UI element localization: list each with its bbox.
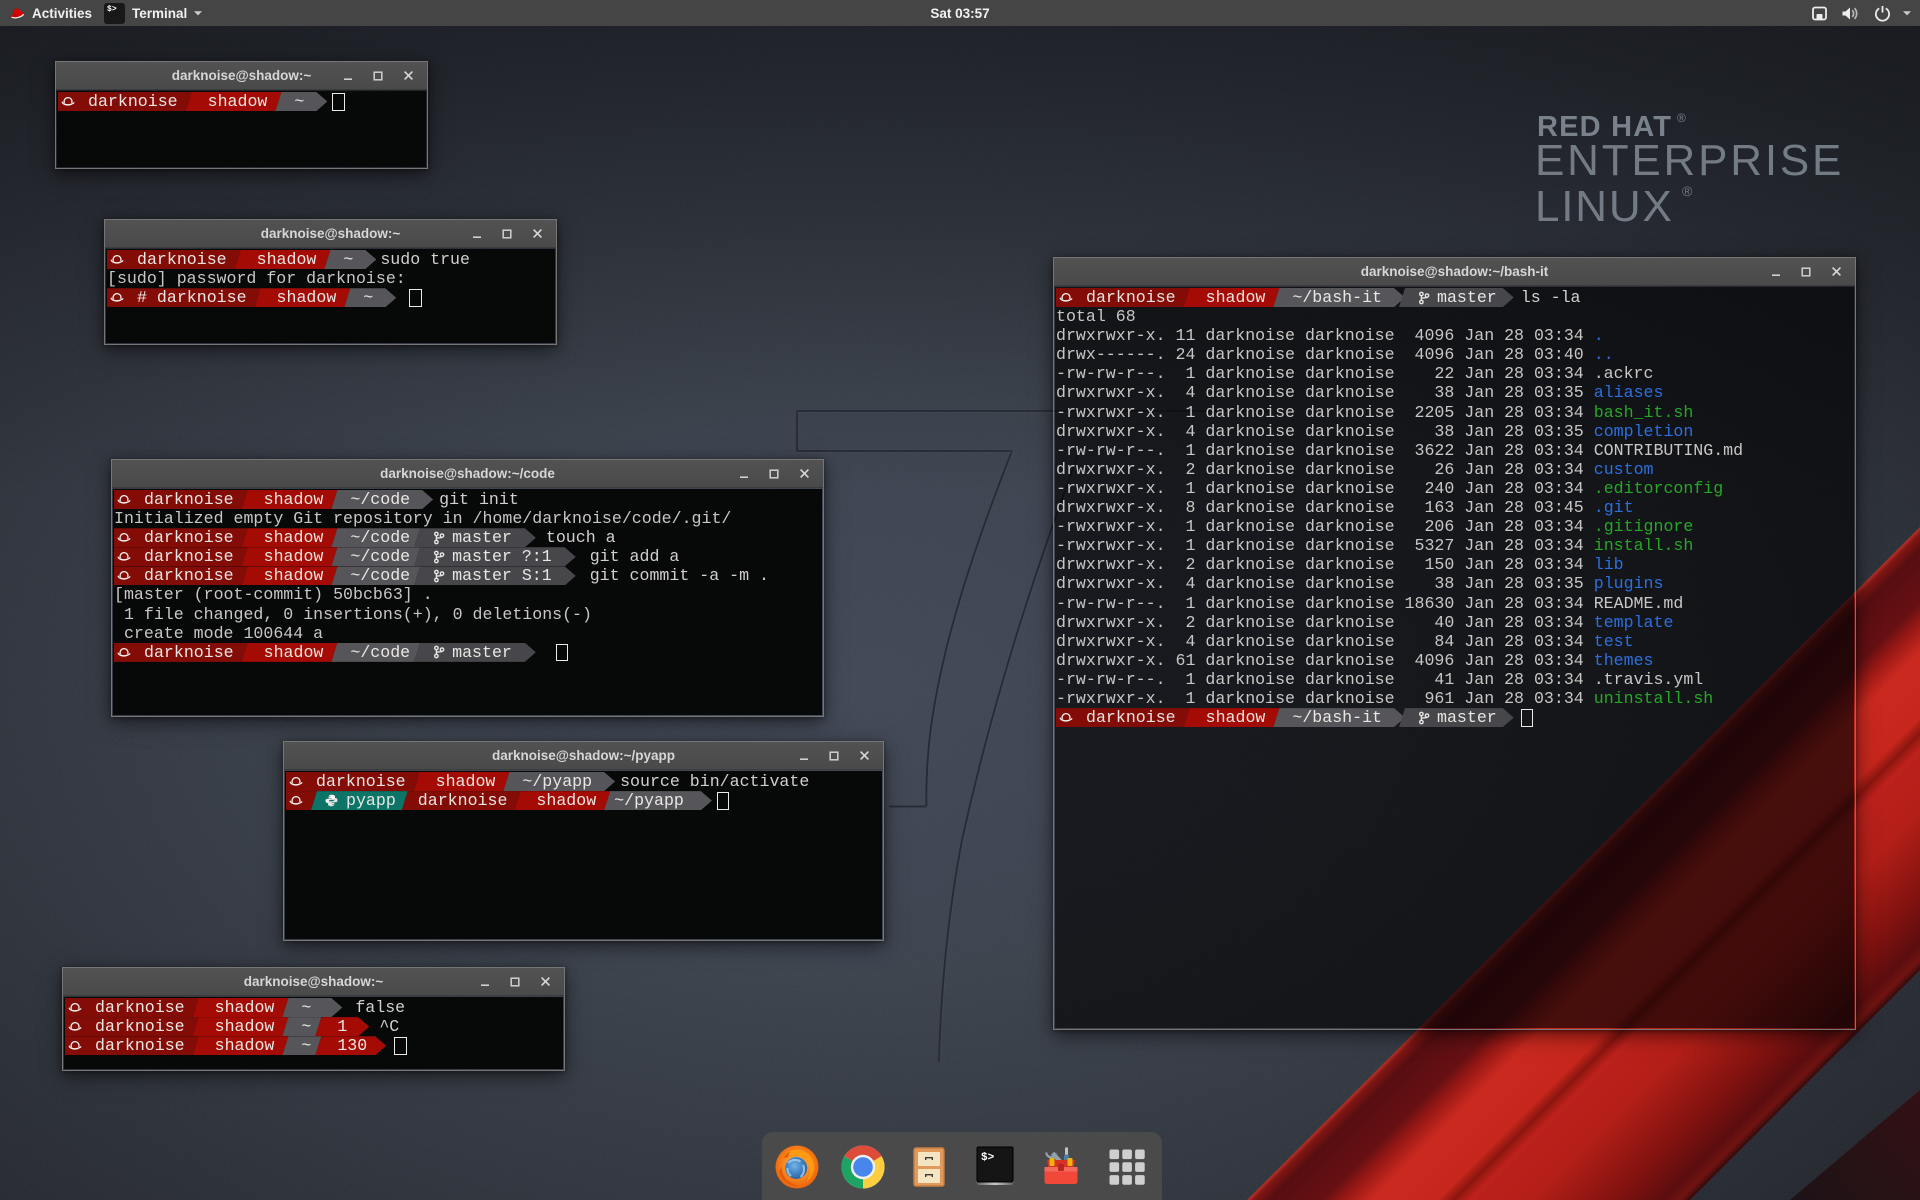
svg-text:®: ® xyxy=(1682,183,1693,199)
svg-text:®: ® xyxy=(1677,111,1686,125)
svg-text:LINUX: LINUX xyxy=(1535,182,1674,231)
svg-text:$>: $> xyxy=(981,1152,995,1164)
svg-text:ENTERPRISE: ENTERPRISE xyxy=(1535,136,1844,185)
